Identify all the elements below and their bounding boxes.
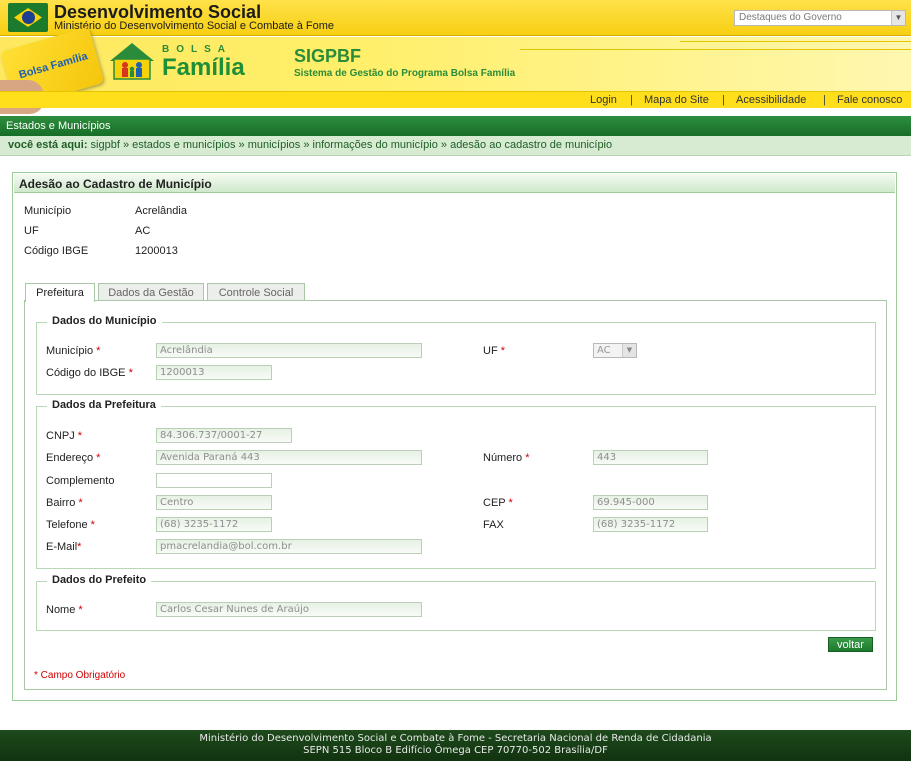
prefeitura-legend: Dados da Prefeitura	[47, 399, 161, 411]
fax-input[interactable]: (68) 3235-1172	[593, 517, 708, 532]
acessibilidade-link[interactable]: Acessibilidade	[736, 94, 806, 106]
section-bar: Estados e Municípios	[0, 116, 911, 136]
panel-header: Adesão ao Cadastro de Município	[14, 174, 895, 193]
banner-divider	[680, 41, 911, 42]
breadcrumb-label: você está aqui:	[8, 139, 88, 151]
link-separator: |	[722, 94, 725, 106]
link-separator: |	[630, 94, 633, 106]
breadcrumb-path[interactable]: sigpbf » estados e municípios » municípi…	[91, 139, 613, 151]
bairro-field-label: Bairro *	[46, 497, 83, 509]
card-text: Bolsa Família	[17, 50, 90, 82]
municipio-fieldset: Dados do Município	[36, 315, 876, 395]
panel-title: Adesão ao Cadastro de Município	[19, 177, 212, 191]
destaques-select-value: Destaques do Governo	[739, 12, 842, 23]
brazil-flag-logo	[8, 3, 48, 32]
email-field-label: E-Mail*	[46, 541, 82, 553]
familia-wordmark: Família	[162, 54, 245, 81]
info-uf-label: UF	[24, 225, 39, 237]
telefone-field-label: Telefone *	[46, 519, 95, 531]
flag-circle-shape	[22, 11, 35, 24]
footer-line-1: Ministério do Desenvolvimento Social e C…	[199, 733, 712, 744]
endereco-input[interactable]: Avenida Paraná 443	[156, 450, 422, 465]
required-field-note: * Campo Obrigatório	[34, 670, 126, 681]
complemento-field-label: Complemento	[46, 475, 115, 487]
section-title: Estados e Municípios	[6, 120, 111, 132]
telefone-input[interactable]: (68) 3235-1172	[156, 517, 272, 532]
uf-select[interactable]: AC ▼	[593, 343, 637, 358]
cep-field-label: CEP *	[483, 497, 513, 509]
info-ibge-label: Código IBGE	[24, 245, 89, 257]
utility-links-bar: Login | Mapa do Site | Acessibilidade | …	[0, 91, 911, 108]
system-subtitle: Sistema de Gestão do Programa Bolsa Famí…	[294, 68, 516, 79]
tab-prefeitura[interactable]: Prefeitura	[25, 283, 95, 302]
chevron-down-icon[interactable]: ▼	[891, 11, 905, 25]
complemento-input[interactable]	[156, 473, 272, 488]
ministry-subtitle: Ministério do Desenvolvimento Social e C…	[54, 20, 335, 32]
info-ibge-value: 1200013	[135, 245, 178, 257]
email-input[interactable]: pmacrelandia@bol.com.br	[156, 539, 422, 554]
bairro-input[interactable]: Centro	[156, 495, 272, 510]
footer: Ministério do Desenvolvimento Social e C…	[0, 730, 911, 761]
cep-input[interactable]: 69.945-000	[593, 495, 708, 510]
breadcrumb: você está aqui: sigpbf » estados e munic…	[0, 136, 911, 156]
login-link[interactable]: Login	[590, 94, 617, 106]
ibge-input[interactable]: 1200013	[156, 365, 272, 380]
municipio-legend: Dados do Município	[47, 315, 162, 327]
endereco-field-label: Endereço *	[46, 452, 101, 464]
fale-conosco-link[interactable]: Fale conosco	[837, 94, 902, 106]
numero-input[interactable]: 443	[593, 450, 708, 465]
cnpj-field-label: CNPJ *	[46, 430, 83, 442]
prefeito-legend: Dados do Prefeito	[47, 574, 152, 586]
info-municipio-value: Acrelândia	[135, 205, 187, 217]
uf-select-value: AC	[597, 345, 611, 356]
voltar-button[interactable]: voltar	[828, 637, 873, 652]
bolsa-familia-house-logo	[110, 43, 154, 80]
numero-field-label: Número *	[483, 452, 530, 464]
chevron-down-icon[interactable]: ▼	[622, 344, 636, 357]
ibge-field-label: Código do IBGE *	[46, 367, 133, 379]
footer-line-2: SEPN 515 Bloco B Edifício Ômega CEP 7077…	[303, 745, 608, 756]
info-uf-value: AC	[135, 225, 151, 237]
tab-dados-da-gestao[interactable]: Dados da Gestão	[98, 283, 204, 301]
uf-field-label: UF *	[483, 345, 506, 357]
fax-field-label: FAX	[483, 519, 504, 531]
mapa-do-site-link[interactable]: Mapa do Site	[644, 94, 709, 106]
info-municipio-label: Município	[24, 205, 72, 217]
nome-field-label: Nome *	[46, 604, 83, 616]
link-separator: |	[823, 94, 826, 106]
government-header: Desenvolvimento Social Ministério do Des…	[0, 0, 911, 36]
destaques-select[interactable]: Destaques do Governo ▼	[734, 10, 906, 26]
municipio-field-label: Município *	[46, 345, 101, 357]
cnpj-input[interactable]: 84.306.737/0001-27	[156, 428, 292, 443]
banner-divider	[520, 49, 911, 50]
municipio-input[interactable]: Acrelândia	[156, 343, 422, 358]
tab-controle-social[interactable]: Controle Social	[207, 283, 305, 301]
system-title: SIGPBF	[294, 46, 362, 66]
nome-input[interactable]: Carlos Cesar Nunes de Araújo	[156, 602, 422, 617]
